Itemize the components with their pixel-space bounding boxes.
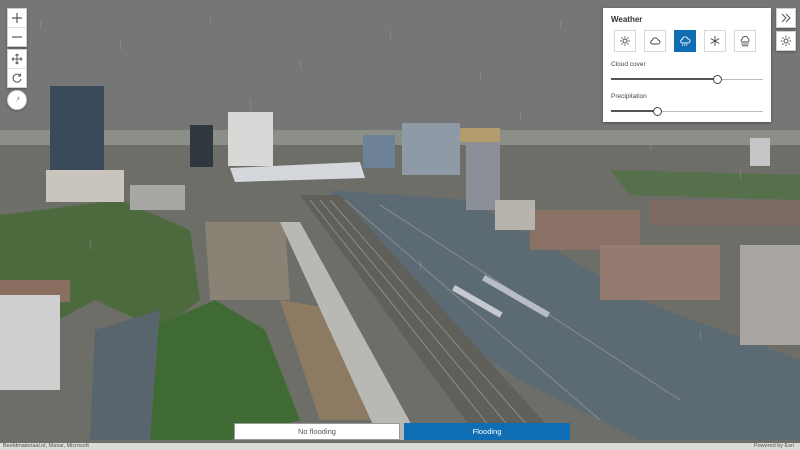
sun-icon [780, 35, 792, 47]
plus-icon [12, 13, 22, 23]
building-low-left [46, 170, 124, 202]
daylight-button[interactable] [777, 32, 795, 50]
building-tan [460, 128, 500, 142]
pan-icon [11, 53, 23, 65]
zoom-out-button[interactable] [8, 27, 26, 46]
cloud-cover-label: Cloud cover [611, 61, 646, 68]
slider-fill [611, 110, 657, 112]
slider-thumb[interactable] [652, 107, 662, 116]
attribution-sources[interactable]: Beeldmateriaal.nl, Maxar, Microsoft [3, 443, 89, 450]
navigation-mode-controls [7, 49, 27, 88]
tower-right-far [750, 138, 770, 166]
expand-control [776, 8, 796, 28]
building-office [402, 123, 460, 175]
tower-glass [50, 86, 104, 176]
rainy-button[interactable] [674, 30, 696, 52]
slider-thumb[interactable] [713, 75, 723, 84]
zoom-controls [7, 8, 27, 47]
building-white-left [0, 295, 60, 390]
double-chevron-right-icon [781, 13, 791, 23]
precipitation-slider[interactable] [611, 107, 763, 116]
snowy-button[interactable] [704, 30, 726, 52]
rotate-icon [12, 73, 22, 83]
block-right-5 [495, 200, 535, 230]
rainy-icon [680, 36, 691, 46]
foggy-icon [740, 36, 750, 47]
block-right-1 [530, 210, 640, 250]
block-right-2 [600, 245, 720, 300]
slider-fill [611, 78, 718, 80]
sunny-icon [620, 36, 630, 46]
compass-button[interactable] [7, 90, 27, 110]
building-grey [130, 185, 185, 210]
zoom-in-button[interactable] [8, 9, 26, 27]
canal-water [90, 310, 160, 440]
cloudy-button[interactable] [644, 30, 666, 52]
powered-by[interactable]: Powered by Esri [754, 443, 794, 450]
weather-panel-title: Weather [611, 15, 643, 24]
cloud-cover-slider[interactable] [611, 75, 763, 84]
cloudy-icon [650, 37, 661, 45]
weather-type-selector [614, 30, 756, 52]
expand-button[interactable] [777, 9, 795, 27]
rotate-button[interactable] [8, 68, 26, 87]
building-blue [363, 135, 395, 168]
tower-dark [190, 125, 213, 167]
weather-panel: Weather Cloud cover Precipitation [603, 8, 771, 122]
no-flooding-button[interactable]: No flooding [234, 423, 400, 440]
block-right-3 [650, 200, 800, 225]
daylight-control [776, 31, 796, 51]
snowy-icon [710, 36, 720, 46]
foggy-button[interactable] [734, 30, 756, 52]
tower-white [228, 112, 273, 166]
block-right-4 [740, 245, 800, 345]
construction-sand [205, 222, 290, 300]
precipitation-label: Precipitation [611, 93, 647, 100]
sunny-button[interactable] [614, 30, 636, 52]
minus-icon [12, 36, 22, 38]
attribution-bar: Beeldmateriaal.nl, Maxar, Microsoft Powe… [0, 443, 800, 450]
compass-icon [15, 96, 20, 104]
flooding-button[interactable]: Flooding [404, 423, 570, 440]
pan-button[interactable] [8, 50, 26, 68]
